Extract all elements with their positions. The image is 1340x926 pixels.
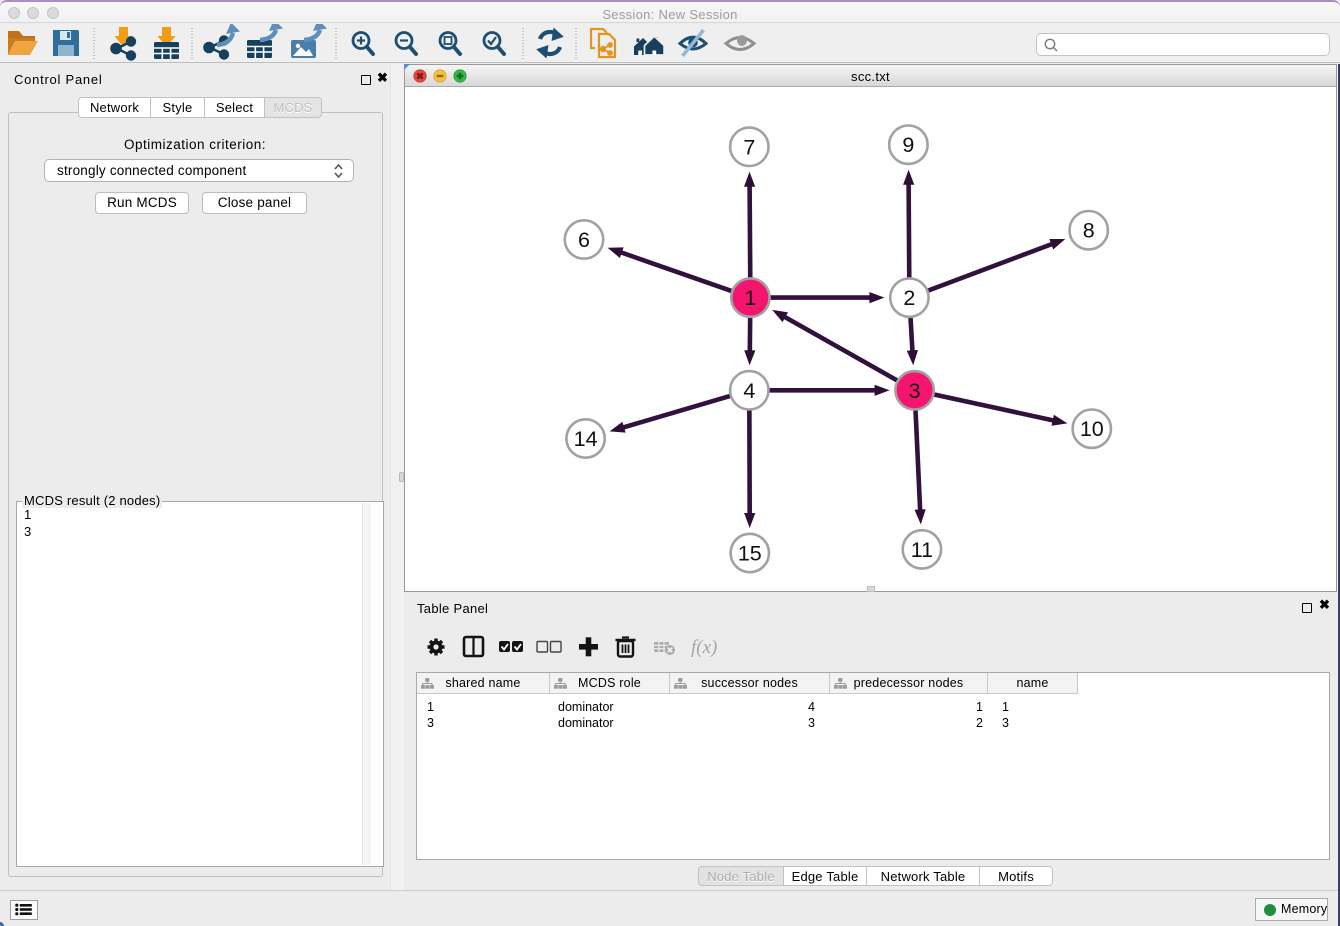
svg-text:f(x): f(x): [691, 637, 717, 658]
svg-text:8: 8: [1083, 219, 1095, 243]
svg-text:11: 11: [911, 538, 933, 562]
svg-text:1: 1: [744, 286, 756, 310]
svg-text:6: 6: [578, 228, 590, 252]
svg-text:9: 9: [902, 133, 914, 157]
svg-text:14: 14: [574, 427, 598, 451]
svg-text:4: 4: [743, 379, 755, 403]
svg-text:15: 15: [738, 542, 762, 566]
svg-text:7: 7: [743, 135, 755, 159]
svg-text:10: 10: [1080, 417, 1104, 441]
svg-text:2: 2: [903, 286, 915, 310]
svg-text:3: 3: [909, 379, 921, 403]
